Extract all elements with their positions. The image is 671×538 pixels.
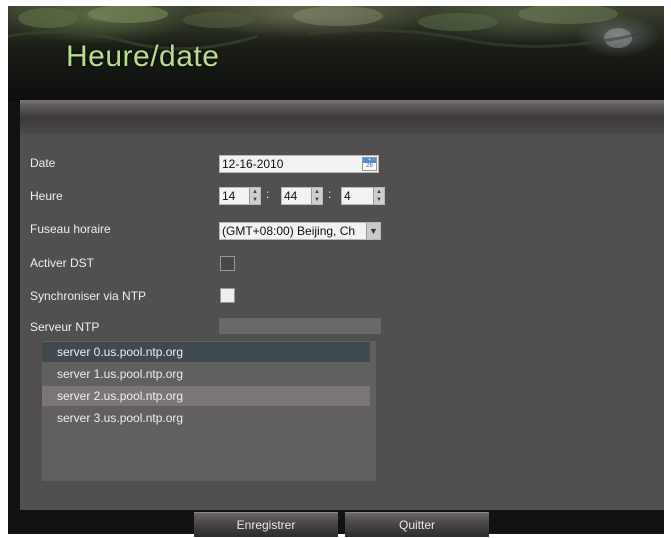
list-item[interactable]: server 3.us.pool.ntp.org [42, 408, 370, 428]
ntp-sync-checkbox[interactable] [220, 288, 235, 303]
list-item[interactable]: server 2.us.pool.ntp.org [42, 386, 370, 406]
hour-stepper[interactable]: 14 ▲ ▼ [219, 187, 261, 205]
hour-value: 14 [222, 189, 236, 203]
chevron-down-icon[interactable]: ▼ [366, 223, 380, 239]
minute-value: 44 [284, 189, 298, 203]
second-spin-icon[interactable]: ▲ ▼ [373, 188, 384, 204]
date-field[interactable]: 12-16-2010 ▪ 26 [219, 155, 379, 173]
timezone-select[interactable]: (GMT+08:00) Beijing, Ch ▼ [219, 222, 381, 240]
timezone-value: (GMT+08:00) Beijing, Ch [222, 224, 356, 238]
list-item[interactable]: server 1.us.pool.ntp.org [42, 364, 370, 384]
time-label: Heure [30, 189, 63, 203]
date-label: Date [30, 156, 56, 170]
timezone-label: Fuseau horaire [30, 222, 111, 236]
time-separator: : [266, 187, 270, 201]
quit-button[interactable]: Quitter [345, 512, 489, 537]
list-item[interactable]: server 0.us.pool.ntp.org [42, 342, 370, 362]
second-value: 4 [344, 189, 351, 203]
time-separator: : [328, 187, 332, 201]
ntp-server-label: Serveur NTP [30, 320, 100, 334]
save-button[interactable]: Enregistrer [194, 512, 338, 537]
date-value: 12-16-2010 [222, 157, 284, 171]
page-title: Heure/date [66, 40, 220, 73]
second-stepper[interactable]: 4 ▲ ▼ [341, 187, 385, 205]
calendar-icon[interactable]: ▪ 26 [362, 157, 377, 171]
dst-checkbox[interactable] [220, 256, 235, 271]
panel-header [20, 100, 664, 134]
header-banner: Heure/date [8, 6, 664, 102]
ntp-server-list[interactable]: server 0.us.pool.ntp.org server 1.us.poo… [42, 341, 376, 481]
ntp-sync-label: Synchroniser via NTP [30, 289, 147, 303]
hour-spin-icon[interactable]: ▲ ▼ [249, 188, 260, 204]
ntp-server-input[interactable] [219, 318, 381, 334]
dst-label: Activer DST [30, 256, 95, 270]
minute-spin-icon[interactable]: ▲ ▼ [311, 188, 322, 204]
minute-stepper[interactable]: 44 ▲ ▼ [281, 187, 323, 205]
